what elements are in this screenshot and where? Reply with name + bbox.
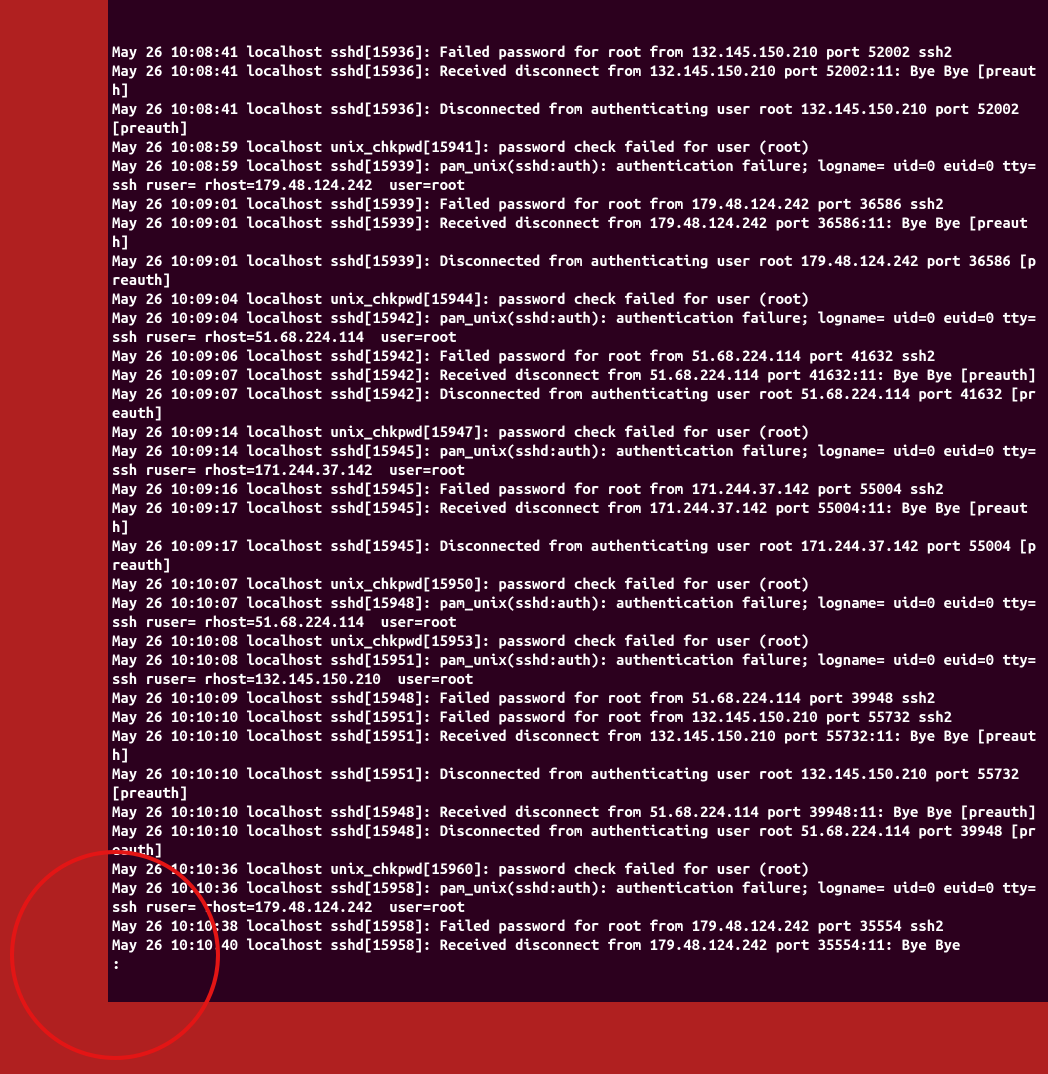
terminal-window[interactable]: May 26 10:08:41 localhost sshd[15936]: F… [108, 0, 1048, 1002]
terminal-output: May 26 10:08:41 localhost sshd[15936]: F… [112, 42, 1044, 973]
